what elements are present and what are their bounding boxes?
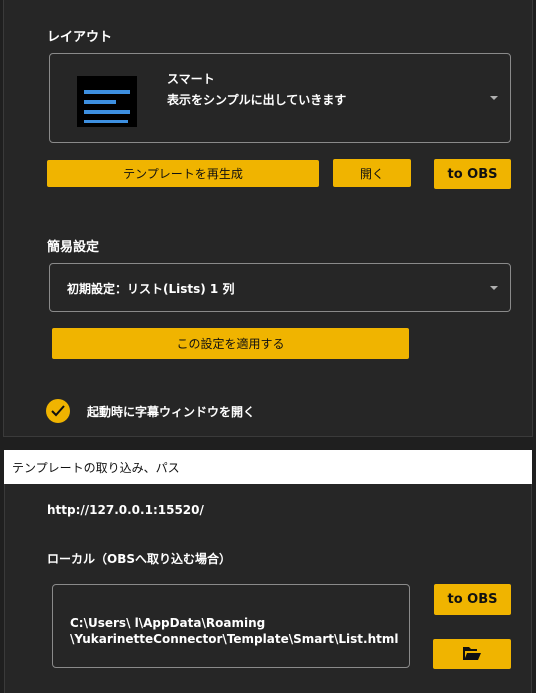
quick-settings-label: 簡易設定	[47, 240, 100, 255]
checkmark-icon	[51, 405, 65, 417]
layout-description: 表示をシンプルに出していきます	[167, 93, 347, 107]
chevron-down-icon	[490, 286, 498, 290]
path-line-1: C:\Users\ l\AppData\Roaming	[70, 616, 266, 630]
local-path-field[interactable]: C:\Users\ l\AppData\Roaming \Yukarinette…	[52, 584, 410, 668]
open-folder-button[interactable]	[433, 639, 511, 669]
layout-label: レイアウト	[47, 30, 113, 45]
local-to-obs-button[interactable]: to OBS	[434, 584, 511, 615]
quick-settings-dropdown[interactable]: 初期設定：リスト(Lists) 1 列	[49, 263, 511, 312]
template-url[interactable]: http://127.0.0.1:15520/	[47, 503, 204, 517]
layout-title: スマート	[167, 72, 215, 86]
local-path-label: ローカル（OBSへ取り込む場合）	[47, 552, 231, 566]
startup-checkbox[interactable]	[46, 399, 70, 423]
list-layout-thumbnail-icon	[77, 76, 137, 127]
open-button[interactable]: 開く	[333, 159, 411, 187]
regenerate-template-button[interactable]: テンプレートを再生成	[47, 160, 319, 187]
template-import-header: テンプレートの取り込み、パス	[4, 450, 532, 484]
to-obs-button[interactable]: to OBS	[434, 159, 511, 189]
path-line-2: \YukarinetteConnector\Template\Smart\Lis…	[70, 632, 399, 646]
apply-settings-button[interactable]: この設定を適用する	[52, 328, 409, 359]
layout-dropdown[interactable]: スマート 表示をシンプルに出していきます	[49, 53, 511, 143]
quick-settings-value: 初期設定：リスト(Lists) 1 列	[67, 282, 235, 296]
startup-checkbox-label: 起動時に字幕ウィンドウを開く	[87, 405, 256, 419]
chevron-down-icon	[490, 96, 498, 100]
folder-open-icon	[463, 647, 481, 660]
